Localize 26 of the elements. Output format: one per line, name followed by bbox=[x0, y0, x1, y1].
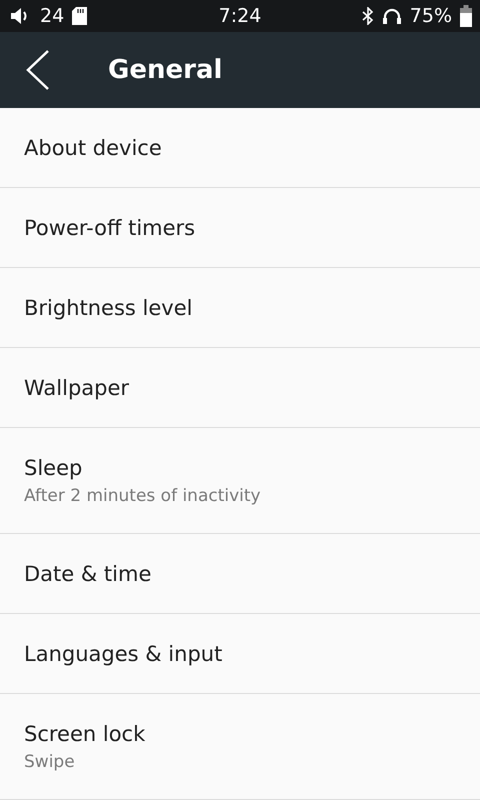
item-title: Brightness level bbox=[24, 296, 194, 320]
item-title: Screen lock bbox=[24, 722, 146, 746]
settings-item[interactable]: Languages & input bbox=[0, 614, 480, 694]
battery-icon bbox=[460, 5, 472, 28]
settings-item[interactable]: Brightness level bbox=[0, 268, 480, 348]
settings-item[interactable]: Screen lock Swipe bbox=[0, 694, 480, 800]
settings-item[interactable]: Date & time bbox=[0, 534, 480, 614]
settings-item[interactable]: Wallpaper bbox=[0, 348, 480, 428]
volume-level: 24 bbox=[40, 5, 64, 28]
item-title: About device bbox=[24, 136, 163, 160]
item-subtitle: Swipe bbox=[24, 752, 76, 772]
item-title: Wallpaper bbox=[24, 376, 130, 400]
settings-item[interactable]: About device bbox=[0, 108, 480, 188]
settings-item[interactable]: Power-off timers bbox=[0, 188, 480, 268]
item-title: Sleep bbox=[24, 456, 84, 480]
battery-percent: 75% bbox=[410, 5, 452, 28]
clock: 7:24 bbox=[218, 5, 262, 28]
headphones-icon bbox=[382, 7, 402, 26]
item-title: Date & time bbox=[24, 562, 152, 586]
item-subtitle: After 2 minutes of inactivity bbox=[24, 486, 262, 506]
item-title: Languages & input bbox=[24, 642, 224, 666]
screen-title: General bbox=[108, 55, 222, 86]
item-title: Power-off timers bbox=[24, 216, 196, 240]
settings-item[interactable]: Sleep After 2 minutes of inactivity bbox=[0, 428, 480, 534]
bluetooth-icon bbox=[362, 7, 374, 26]
sd-card-icon bbox=[72, 7, 88, 26]
